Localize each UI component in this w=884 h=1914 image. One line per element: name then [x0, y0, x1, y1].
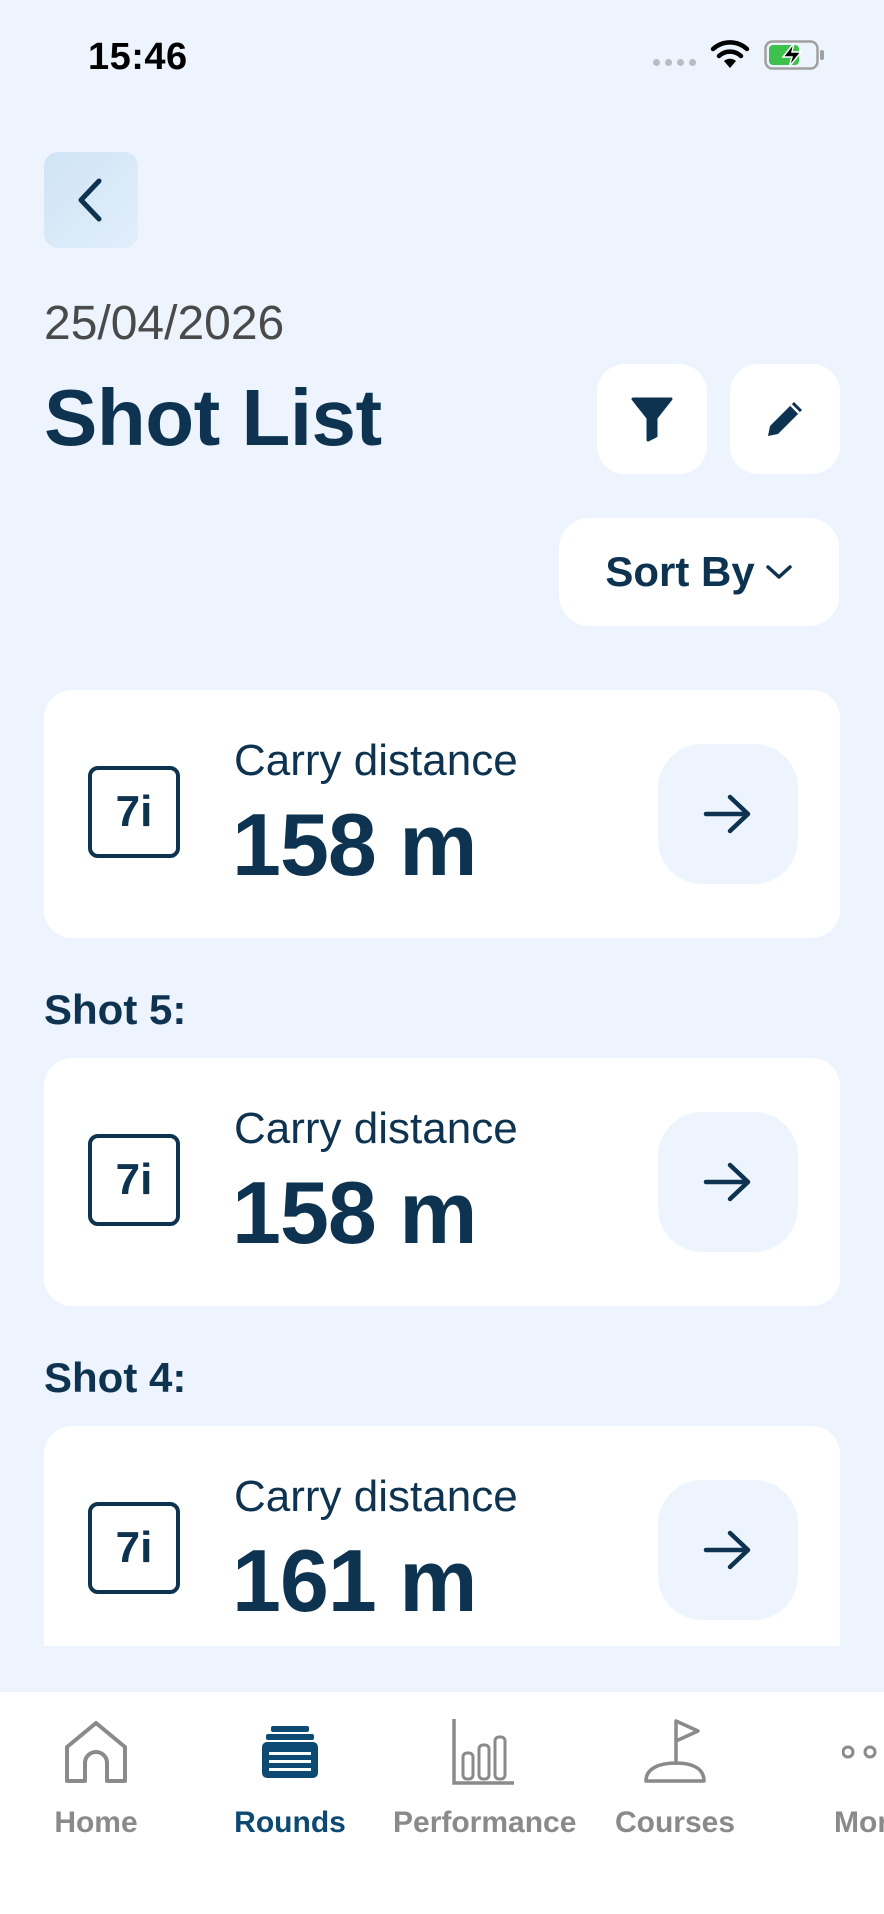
flag-icon [644, 1719, 706, 1783]
chevron-left-icon [78, 178, 102, 222]
tab-label: Courses [614, 1806, 736, 1839]
tab-label: Mor [834, 1806, 884, 1839]
arrow-right-icon [703, 1162, 751, 1202]
carry-distance-value: 158 m [232, 1163, 478, 1262]
tab-more[interactable]: Mor [790, 1712, 884, 1840]
rounds-icon [262, 1726, 318, 1778]
carry-distance-label: Carry distance [234, 736, 518, 785]
filter-button[interactable] [597, 364, 707, 474]
shot-label: Shot 4: [44, 1354, 187, 1401]
battery-charging-icon [764, 40, 824, 70]
shot-card[interactable]: 7i Carry distance 158 m [44, 1058, 840, 1306]
status-bar: 15:46 [0, 0, 884, 120]
back-button[interactable] [44, 152, 138, 248]
tab-rounds[interactable]: Rounds [200, 1712, 380, 1840]
shot-card-clip: 7i Carry distance 161 m [0, 1426, 884, 1646]
club-badge: 7i [88, 1134, 180, 1226]
round-date: 25/04/2026 [44, 297, 285, 350]
carry-distance-value: 158 m [232, 795, 478, 894]
carry-distance-label: Carry distance [234, 1472, 518, 1521]
home-icon [65, 1721, 127, 1783]
wifi-icon [710, 40, 750, 68]
shot-detail-button[interactable] [658, 744, 798, 884]
filter-icon [631, 397, 673, 442]
arrow-right-icon [703, 794, 751, 834]
sort-by-label: Sort By [605, 548, 755, 595]
tab-home[interactable]: Home [6, 1712, 186, 1840]
status-icons [653, 40, 826, 70]
status-time: 15:46 [88, 36, 188, 78]
bar-chart-icon [452, 1719, 514, 1785]
carry-distance-label: Carry distance [234, 1104, 518, 1153]
shot-detail-button[interactable] [658, 1112, 798, 1252]
shot-card[interactable]: 7i Carry distance 161 m [44, 1426, 840, 1646]
sort-by-dropdown[interactable]: Sort By [559, 518, 839, 626]
bottom-tab-bar: Home Rounds Performance Courses Mor [0, 1692, 884, 1914]
chevron-down-icon [765, 565, 792, 579]
tab-label: Home [54, 1806, 138, 1839]
tab-performance[interactable]: Performance [393, 1712, 577, 1840]
club-badge: 7i [88, 766, 180, 858]
more-icon [842, 1745, 877, 1759]
tab-courses[interactable]: Courses [585, 1712, 765, 1840]
shot-detail-button[interactable] [658, 1480, 798, 1620]
arrow-right-icon [703, 1530, 751, 1570]
carry-distance-value: 161 m [232, 1531, 478, 1630]
cellular-signal-icon [653, 58, 696, 66]
shot-label: Shot 5: [44, 986, 187, 1033]
tab-label: Performance [393, 1806, 577, 1839]
shot-card[interactable]: 7i Carry distance 158 m [44, 690, 840, 938]
page-title: Shot List [44, 373, 382, 462]
pencil-icon [768, 402, 802, 436]
tab-label: Rounds [234, 1806, 346, 1839]
club-badge: 7i [88, 1502, 180, 1594]
edit-button[interactable] [730, 364, 840, 474]
